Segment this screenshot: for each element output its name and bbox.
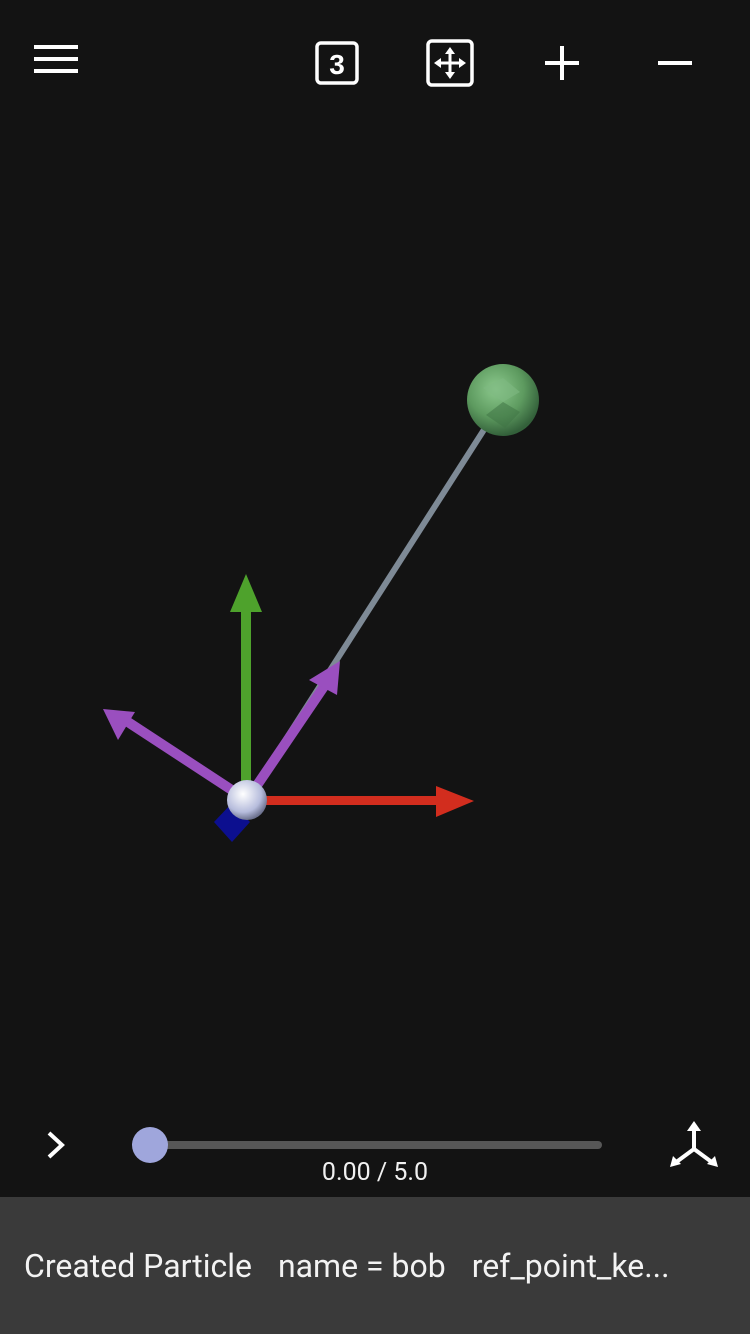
view-3d-button[interactable]: 3 — [307, 33, 367, 93]
zoom-in-button[interactable] — [532, 33, 592, 93]
time-slider-track[interactable] — [150, 1141, 602, 1149]
menu-button[interactable] — [26, 30, 86, 90]
view-3d-label: 3 — [329, 49, 345, 80]
minus-icon — [658, 61, 692, 65]
console-panel: Created Particle name = bob ref_point_ke… — [0, 1197, 750, 1334]
console-message: ref_point_ke... — [471, 1246, 670, 1285]
y-axis-arrow — [230, 574, 262, 800]
console-message: name = bob — [277, 1246, 446, 1285]
console-message: Created Particle — [24, 1246, 252, 1285]
top-toolbar: 3 — [0, 0, 750, 125]
x-axis-arrow — [247, 786, 474, 817]
fit-view-button[interactable] — [420, 33, 480, 93]
axes-toggle-button[interactable] — [664, 1118, 724, 1174]
3d-scene-canvas[interactable] — [0, 125, 750, 1110]
pendulum-bob — [467, 364, 539, 436]
view-3d-icon: 3 — [315, 41, 359, 85]
axes-toggle-icon — [670, 1121, 718, 1167]
vector-arrow-left — [103, 709, 250, 805]
zoom-out-button[interactable] — [645, 33, 705, 93]
hamburger-menu-icon — [34, 45, 78, 73]
time-label: 0.00 / 5.0 — [321, 1158, 429, 1187]
fit-view-icon — [426, 39, 474, 87]
plus-icon — [545, 46, 579, 80]
chevron-right-icon — [47, 1131, 65, 1159]
vector-arrow-upper — [242, 661, 340, 803]
pivot-point — [227, 780, 267, 820]
